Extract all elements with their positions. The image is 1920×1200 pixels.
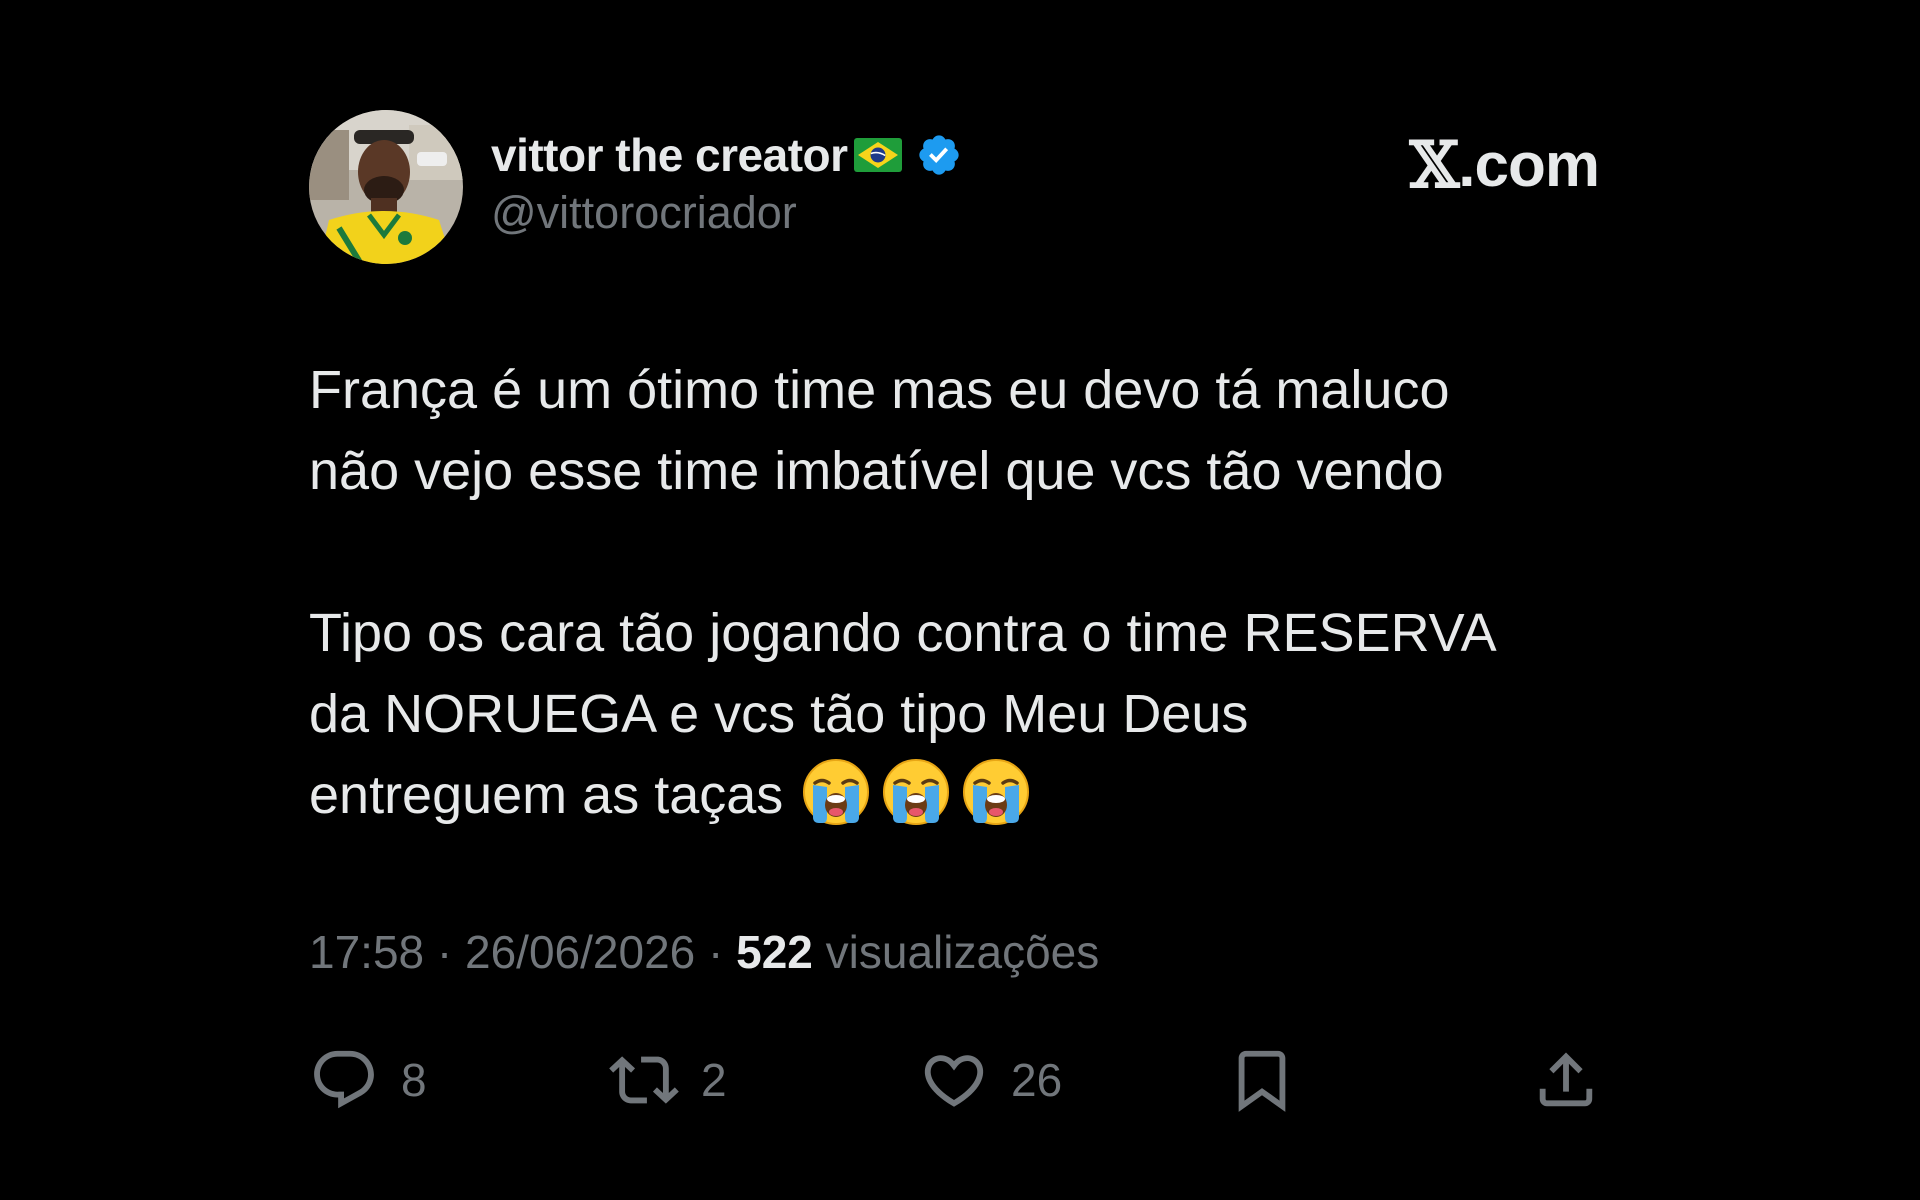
tweet-card: vittor the creator @vittorocriador 𝕏 .co…: [309, 110, 1600, 1112]
brazil-flag-icon: [853, 138, 902, 172]
tweet-metadata: 17:58 · 26/06/2026 · 522 visualizações: [309, 925, 1099, 979]
retweet-icon: [609, 1056, 679, 1104]
tweet-paragraph: França é um ótimo time mas eu devo tá ma…: [309, 350, 1609, 512]
avatar-image: [309, 110, 463, 264]
tweet-line-text: entreguem as taças: [309, 765, 784, 825]
tweet-line: Tipo os cara tão jogando contra o time R…: [309, 603, 1497, 663]
bookmark-button[interactable]: [1227, 1040, 1297, 1120]
emoji-group: [783, 759, 1031, 825]
display-name-row: vittor the creator: [491, 125, 962, 185]
bookmark-icon: [1238, 1050, 1286, 1112]
loudly-crying-face-icon: [961, 757, 1031, 827]
share-icon: [1539, 1052, 1593, 1107]
tweet-paragraph: Tipo os cara tão jogando contra o time R…: [309, 593, 1609, 836]
views-count: 522: [736, 926, 813, 978]
like-button[interactable]: 26: [919, 1040, 1062, 1120]
avatar[interactable]: [309, 110, 463, 264]
brand-suffix: .com: [1458, 131, 1600, 200]
user-block: vittor the creator @vittorocriador: [491, 125, 962, 239]
share-button[interactable]: [1531, 1040, 1601, 1120]
tweet-time[interactable]: 17:58: [309, 926, 424, 978]
meta-separator: ·: [695, 926, 737, 978]
retweet-count: 2: [701, 1054, 727, 1106]
x-brand-logo: 𝕏 .com: [1409, 128, 1600, 203]
tweet-line: França é um ótimo time mas eu devo tá ma…: [309, 360, 1450, 420]
verified-badge-icon[interactable]: [916, 132, 962, 178]
loudly-crying-face-icon: [881, 757, 951, 827]
tweet-actions: 8 2 26: [309, 1040, 1599, 1120]
tweet-line: não vejo esse time imbatível que vcs tão…: [309, 441, 1444, 501]
views-label: visualizações: [825, 926, 1100, 978]
tweet-date[interactable]: 26/06/2026: [465, 926, 695, 978]
reply-icon: [314, 1050, 374, 1109]
tweet-line-with-emojis: entreguem as taças: [309, 755, 1609, 836]
loudly-crying-face-icon: [801, 757, 871, 827]
tweet-text: França é um ótimo time mas eu devo tá ma…: [309, 350, 1609, 836]
meta-separator: ·: [424, 926, 466, 978]
like-count: 26: [1011, 1054, 1063, 1106]
tweet-line: da NORUEGA e vcs tão tipo Meu Deus: [309, 684, 1249, 744]
user-handle[interactable]: @vittorocriador: [491, 187, 962, 239]
x-logo-icon: 𝕏: [1409, 128, 1460, 203]
display-name[interactable]: vittor the creator: [491, 128, 848, 182]
reply-count: 8: [401, 1054, 427, 1106]
retweet-button[interactable]: 2: [609, 1040, 727, 1120]
tweet-header: vittor the creator @vittorocriador 𝕏 .co…: [309, 110, 1600, 270]
heart-icon: [924, 1055, 984, 1107]
reply-button[interactable]: 8: [309, 1040, 427, 1120]
